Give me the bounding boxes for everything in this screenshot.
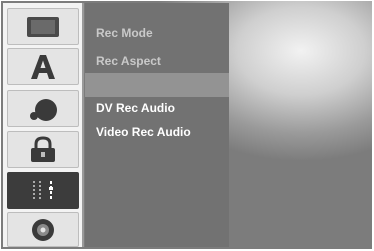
sidebar-item-disc[interactable] xyxy=(7,212,79,247)
sidebar-item-language[interactable] xyxy=(7,48,79,85)
sidebar-item-display[interactable] xyxy=(7,8,79,45)
menu-item-highlighted[interactable] xyxy=(85,73,229,97)
dvd-setup-screen: Rec Mode Rec Aspect DV Rec Audio Video R… xyxy=(1,1,372,249)
sidebar-item-lock[interactable] xyxy=(7,131,79,168)
screen-icon xyxy=(25,15,61,39)
disc-icon xyxy=(28,217,58,243)
audio-icon xyxy=(26,95,60,123)
sidebar-item-audio[interactable] xyxy=(7,90,79,127)
lock-icon xyxy=(26,135,60,164)
sidebar-item-recording[interactable] xyxy=(7,172,79,209)
menu-item-rec-aspect[interactable]: Rec Aspect xyxy=(85,49,229,73)
setup-category-sidebar xyxy=(3,3,84,247)
recording-options-menu: Rec Mode Rec Aspect DV Rec Audio Video R… xyxy=(85,3,229,247)
menu-item-video-rec-audio[interactable]: Video Rec Audio xyxy=(85,120,229,144)
menu-item-dv-rec-audio[interactable]: DV Rec Audio xyxy=(85,96,229,120)
menu-item-rec-mode[interactable]: Rec Mode xyxy=(85,21,229,45)
recording-icon xyxy=(25,178,61,204)
language-icon xyxy=(28,53,58,81)
